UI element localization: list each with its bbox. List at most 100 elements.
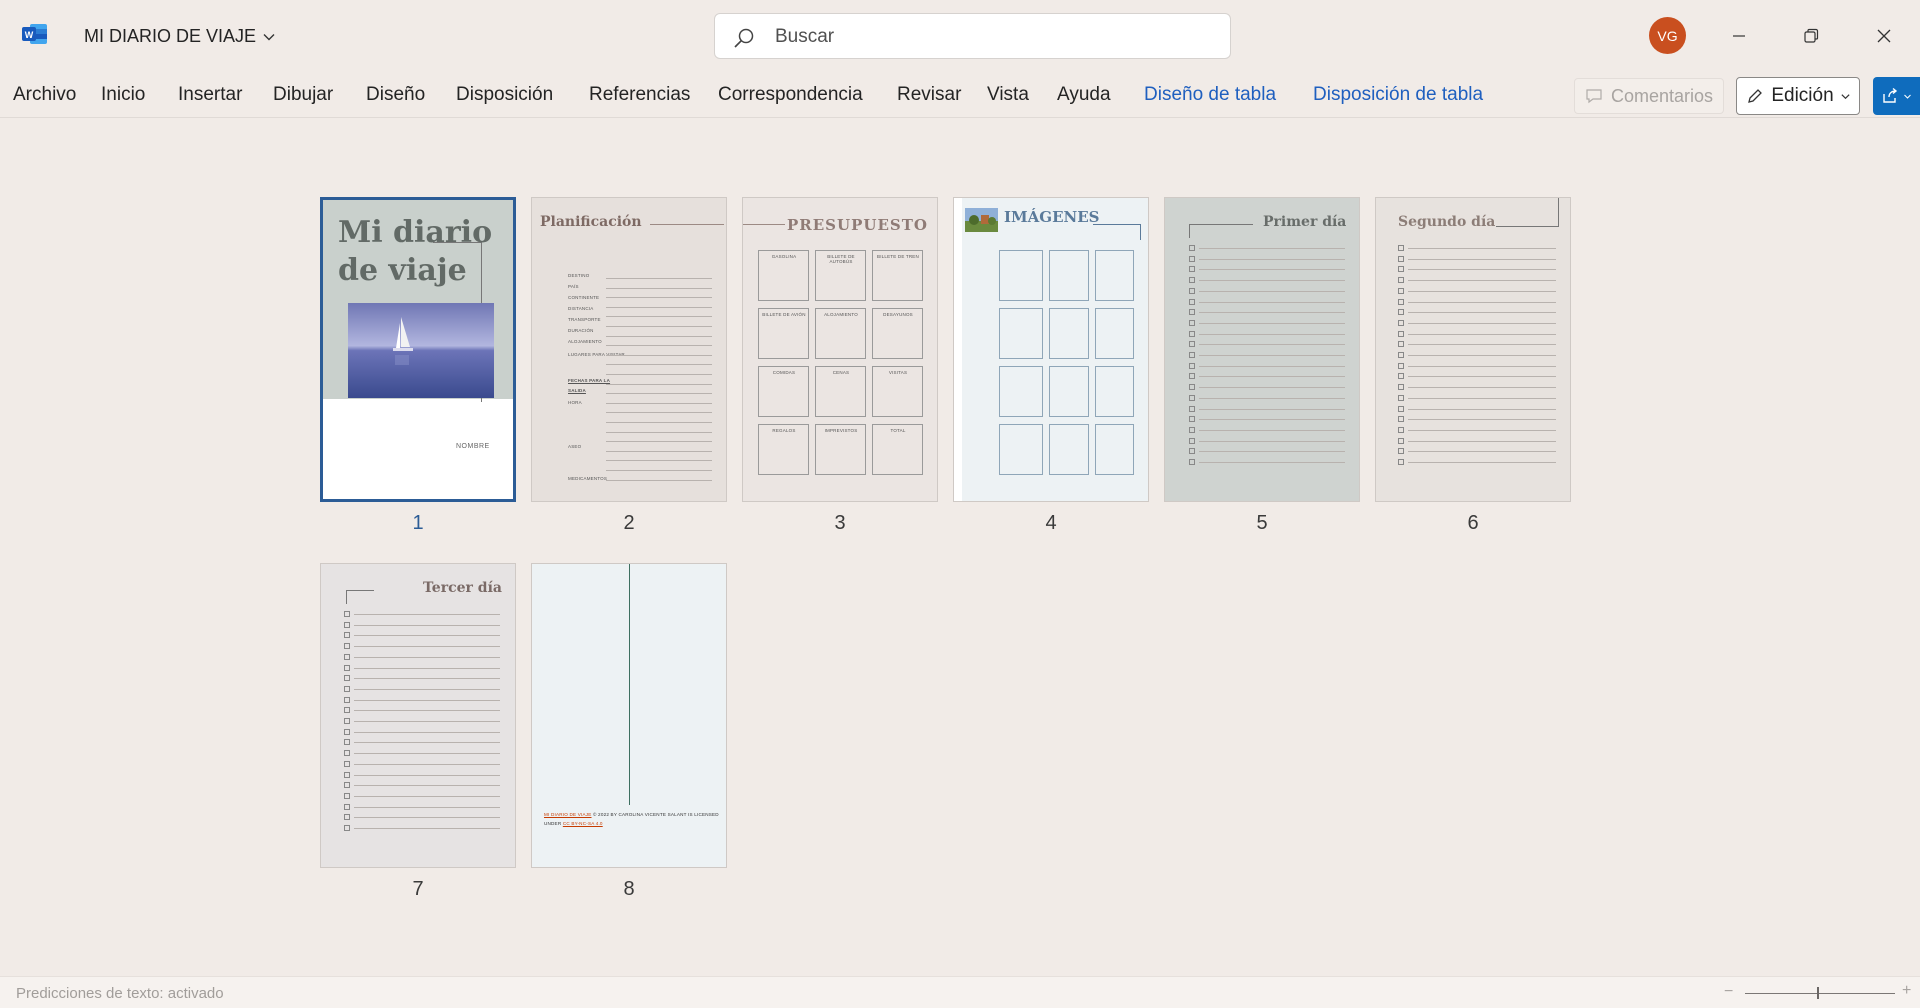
checkbox-icon: [344, 750, 350, 757]
checkbox-icon: [344, 792, 350, 799]
footer-link: MI DIARIO DE VIAJE: [544, 812, 592, 817]
zoom-out-button[interactable]: −: [1724, 983, 1733, 1001]
tab-inicio[interactable]: Inicio: [101, 84, 145, 106]
zoom-slider[interactable]: [1745, 993, 1895, 994]
planning-line: [606, 422, 712, 423]
checklist-line: [1199, 365, 1345, 367]
cover-title-line1: Mi diario: [338, 215, 493, 250]
checkbox-icon: [1398, 384, 1404, 391]
checkbox-icon: [344, 675, 350, 682]
budget-cell-label: IMPREVISTOS: [824, 428, 858, 433]
checkbox-icon: [1189, 287, 1195, 294]
photo-frame: [999, 250, 1043, 301]
checklist-line: [1408, 301, 1556, 303]
checklist-line: [354, 667, 500, 669]
page-thumbnail-4[interactable]: IMÁGENES: [953, 197, 1149, 502]
tab-diseno[interactable]: Diseño: [366, 84, 425, 106]
planning-line: [606, 336, 712, 337]
tab-insertar[interactable]: Insertar: [178, 84, 242, 106]
checkbox-icon: [1398, 362, 1404, 369]
tab-vista[interactable]: Vista: [987, 84, 1029, 106]
checklist-line: [354, 656, 500, 658]
checkbox-icon: [1189, 373, 1195, 380]
checkbox-icon: [1189, 309, 1195, 316]
checklist-line: [1408, 269, 1556, 271]
tab-correspondencia[interactable]: Correspondencia: [718, 84, 863, 106]
budget-cell: COMIDAS: [758, 366, 809, 417]
checkbox-icon: [1189, 426, 1195, 433]
page-thumbnail-3[interactable]: PRESUPUESTO GASOLINA BILLETE DE AUTOBÚS BI…: [742, 197, 938, 502]
tab-disposicion[interactable]: Disposición: [456, 84, 553, 106]
planning-line: [606, 297, 712, 298]
title-rule: [1189, 224, 1253, 225]
text-predictions-status[interactable]: Predicciones de texto: activado: [16, 985, 224, 1002]
page-thumbnail-7[interactable]: Tercer día: [320, 563, 516, 868]
checkbox-icon: [1189, 266, 1195, 273]
tab-revisar[interactable]: Revisar: [897, 84, 961, 106]
checklist-line: [1408, 312, 1556, 314]
budget-cell-label: GASOLINA: [771, 254, 797, 259]
checkbox-icon: [1398, 287, 1404, 294]
svg-text:W: W: [25, 30, 34, 40]
checklist-line: [1199, 280, 1345, 282]
minimize-button[interactable]: [1719, 18, 1759, 54]
search-input[interactable]: [775, 24, 1195, 50]
share-button[interactable]: [1873, 77, 1920, 115]
tab-referencias[interactable]: Referencias: [589, 84, 690, 106]
planning-line: [606, 470, 712, 471]
photo-frame: [999, 424, 1043, 475]
checkbox-icon: [1398, 330, 1404, 337]
tab-disposicion-de-tabla[interactable]: Disposición de tabla: [1313, 84, 1483, 106]
page-thumbnail-1[interactable]: Mi diario de viaje NOMBRE: [320, 197, 516, 502]
checklist-line: [354, 614, 500, 615]
landscape-thumbnail-image: [965, 208, 998, 232]
tab-archivo[interactable]: Archivo: [13, 84, 76, 106]
checklist-line: [354, 785, 500, 787]
checklist-line: [1199, 322, 1345, 324]
checkbox-icon: [344, 825, 350, 831]
document-title-dropdown[interactable]: MI DIARIO DE VIAJE: [84, 26, 276, 47]
images-title: IMÁGENES: [1004, 208, 1100, 226]
title-rule-vertical: [1189, 224, 1190, 238]
checklist-line: [1199, 440, 1345, 442]
title-rule: [743, 224, 785, 225]
tab-ayuda[interactable]: Ayuda: [1057, 84, 1111, 106]
checkbox-icon: [1189, 352, 1195, 358]
checklist-line: [1408, 344, 1556, 346]
checkbox-icon: [344, 760, 350, 767]
checkbox-icon: [1398, 319, 1404, 326]
search-box[interactable]: [714, 13, 1231, 59]
zoom-in-button[interactable]: +: [1902, 982, 1911, 1000]
budget-cell-label: BILLETE DE TREN: [877, 254, 919, 259]
page-thumbnail-8[interactable]: MI DIARIO DE VIAJE © 2022 BY CAROLINA VI…: [531, 563, 727, 868]
restore-icon: [1804, 28, 1819, 43]
checkbox-icon: [344, 632, 350, 639]
tab-dibujar[interactable]: Dibujar: [273, 84, 333, 106]
page-number-2: 2: [623, 512, 635, 534]
checkbox-icon: [1189, 298, 1195, 305]
budget-cell: TOTAL: [872, 424, 923, 475]
checklist-line: [1199, 290, 1345, 292]
page-thumbnail-5[interactable]: Primer día: [1164, 197, 1360, 502]
checklist-line: [1199, 376, 1345, 378]
zoom-slider-thumb[interactable]: [1817, 987, 1819, 999]
page-number-1: 1: [412, 512, 424, 534]
tab-diseno-de-tabla[interactable]: Diseño de tabla: [1144, 84, 1276, 106]
checklist-line: [1408, 440, 1556, 442]
restore-button[interactable]: [1791, 18, 1831, 54]
close-button[interactable]: [1864, 18, 1904, 54]
checklist-line: [354, 688, 500, 690]
title-rule-vertical: [1140, 224, 1141, 240]
checkbox-icon: [344, 685, 350, 692]
planning-line: [606, 480, 712, 481]
page-thumbnail-6[interactable]: Segundo día: [1375, 197, 1571, 502]
user-avatar[interactable]: VG: [1649, 17, 1686, 54]
checkbox-icon: [1189, 394, 1195, 401]
checklist-line: [1199, 408, 1345, 410]
checkbox-icon: [1189, 255, 1195, 262]
editing-mode-button[interactable]: Edición: [1736, 77, 1860, 115]
page-thumbnail-2[interactable]: Planificación DESTINO PAÍS CONTINENTE DISTA…: [531, 197, 727, 502]
close-icon: [1877, 29, 1891, 43]
planning-field-label: PAÍS: [568, 284, 579, 289]
comments-button[interactable]: Comentarios: [1574, 78, 1724, 114]
